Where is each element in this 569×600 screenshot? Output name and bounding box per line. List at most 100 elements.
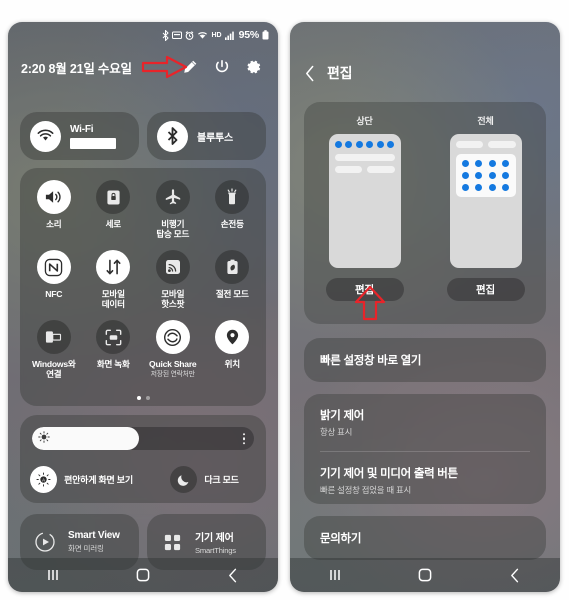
tile-rotation[interactable]: 세로 bbox=[84, 180, 144, 250]
edit-page-header: 편집 bbox=[290, 56, 560, 90]
option-sub: 항상 표시 bbox=[320, 427, 353, 437]
hd-icon: HD bbox=[211, 31, 222, 39]
bluetooth-tile-label: 블루투스 bbox=[197, 132, 233, 144]
connectivity-row: Wi-Fi 블루투스 bbox=[20, 112, 266, 160]
tile-label: 위치 bbox=[224, 359, 241, 369]
brightness-control-item[interactable]: 밝기 제어 항상 표시 bbox=[304, 394, 546, 451]
contact-us-card[interactable]: 문의하기 bbox=[304, 516, 546, 560]
preview-top-column: 상단 편집 bbox=[304, 102, 425, 324]
home-icon[interactable] bbox=[402, 562, 448, 588]
edit-full-button[interactable]: 편집 bbox=[446, 278, 525, 301]
page-indicator bbox=[20, 396, 266, 400]
tile-label: 모바일 데이터 bbox=[101, 289, 125, 310]
device-media-buttons-item[interactable]: 기기 제어 및 미디어 출력 버튼 빠른 설정창 접었을 때 표시 bbox=[304, 452, 546, 509]
home-icon[interactable] bbox=[120, 562, 166, 588]
eye-comfort-label: 편안하게 화면 보기 bbox=[64, 475, 133, 485]
tile-label: Windows와 연결 bbox=[31, 359, 76, 380]
mobile-data-icon bbox=[96, 250, 131, 284]
mock-dot bbox=[501, 160, 509, 167]
hotspot-icon bbox=[155, 250, 190, 284]
pencil-edit-icon[interactable] bbox=[182, 59, 198, 75]
tile-label: 모바일 핫스팟 bbox=[161, 289, 185, 310]
option-title: 기기 제어 및 미디어 출력 버튼 bbox=[320, 468, 458, 480]
smart-view-title: Smart View bbox=[68, 530, 120, 541]
mock-dot bbox=[488, 184, 496, 191]
mock-dot bbox=[488, 172, 496, 179]
quick-share-icon bbox=[155, 320, 190, 354]
left-phone-panel: HD 95% 2:20 8월 21일 수요일 Wi-Fi 블루투스 소리 세로 … bbox=[8, 22, 278, 592]
wifi-icon bbox=[30, 120, 61, 152]
open-quick-panel-directly-card[interactable]: 빠른 설정창 바로 열기 bbox=[304, 338, 546, 382]
back-icon[interactable] bbox=[492, 562, 538, 588]
tile-link-to-windows[interactable]: Windows와 연결 bbox=[24, 320, 84, 390]
option-title: 문의하기 bbox=[320, 533, 362, 545]
smart-view-icon bbox=[32, 529, 58, 555]
brightness-slider[interactable] bbox=[32, 427, 254, 450]
chevron-left-icon[interactable] bbox=[304, 65, 316, 82]
power-icon[interactable] bbox=[214, 59, 230, 75]
open-quick-panel-directly-item[interactable]: 빠른 설정창 바로 열기 bbox=[304, 338, 546, 381]
tile-power-saving[interactable]: 절전 모드 bbox=[203, 250, 263, 320]
bluetooth-tile[interactable]: 블루투스 bbox=[147, 112, 266, 160]
mock-dot bbox=[462, 172, 470, 179]
page-title: 편집 bbox=[327, 65, 353, 81]
page-dot[interactable] bbox=[136, 396, 141, 400]
power-saving-icon bbox=[215, 250, 250, 284]
smart-view-text: Smart View 화면 미러링 bbox=[68, 530, 120, 554]
tile-mobile-data[interactable]: 모바일 데이터 bbox=[84, 250, 144, 320]
recents-icon[interactable] bbox=[30, 562, 76, 588]
mock-dot bbox=[462, 184, 470, 191]
eye-comfort-shield-option[interactable]: A 편안하게 화면 보기 bbox=[20, 466, 143, 493]
bluetooth-tile-text: 블루투스 bbox=[197, 129, 233, 144]
settings-gear-icon[interactable] bbox=[246, 59, 262, 75]
edit-top-button[interactable]: 편집 bbox=[325, 278, 404, 301]
mock-bar-pair bbox=[334, 166, 395, 173]
volume-icon bbox=[36, 180, 71, 214]
tile-label: 절전 모드 bbox=[215, 289, 249, 299]
recents-icon[interactable] bbox=[312, 562, 358, 588]
tile-hotspot[interactable]: 모바일 핫스팟 bbox=[143, 250, 203, 320]
mock-dot bbox=[488, 160, 496, 167]
wifi-tile[interactable]: Wi-Fi bbox=[20, 112, 139, 160]
status-bar: HD 95% bbox=[8, 22, 278, 48]
screen-cast-icon bbox=[172, 31, 183, 40]
quick-settings-grid-card: 소리 세로 비행기 탑승 모드 손전등 NFC 모바일 데이터 모바일 핫스팟 … bbox=[20, 168, 266, 406]
battery-percent-label: 95% bbox=[238, 29, 260, 41]
tile-location[interactable]: 위치 bbox=[203, 320, 263, 390]
tile-quick-share[interactable]: Quick Share 저장된 연락처만 bbox=[143, 320, 203, 390]
back-icon[interactable] bbox=[210, 562, 256, 588]
tile-label: Quick Share bbox=[149, 359, 197, 369]
brightness-options-row: A 편안하게 화면 보기 다크 모드 bbox=[20, 466, 266, 493]
airplane-icon bbox=[155, 180, 190, 214]
quick-settings-grid: 소리 세로 비행기 탑승 모드 손전등 NFC 모바일 데이터 모바일 핫스팟 … bbox=[20, 168, 266, 406]
mock-bar bbox=[488, 141, 516, 148]
right-phone-panel: 편집 상단 편집 전체 편집 빠른 설정창 바로 열기 밝기 제어 항상 표시 … bbox=[290, 22, 560, 592]
more-vertical-icon[interactable] bbox=[242, 432, 245, 445]
mock-dot bbox=[462, 160, 470, 167]
quick-panel-action-icons bbox=[182, 59, 262, 75]
dark-mode-label: 다크 모드 bbox=[204, 475, 239, 485]
tile-airplane-mode[interactable]: 비행기 탑승 모드 bbox=[143, 180, 203, 250]
tile-nfc[interactable]: NFC bbox=[24, 250, 84, 320]
brightness-sun-icon bbox=[38, 430, 50, 448]
page-dot[interactable] bbox=[145, 396, 150, 400]
wifi-tile-label: Wi-Fi bbox=[70, 123, 94, 135]
navigation-bar bbox=[8, 558, 278, 592]
mock-dot bbox=[501, 184, 509, 191]
dark-mode-option[interactable]: 다크 모드 bbox=[143, 466, 266, 493]
contact-us-item[interactable]: 문의하기 bbox=[304, 516, 546, 559]
tile-sound[interactable]: 소리 bbox=[24, 180, 84, 250]
mock-dot-row bbox=[334, 141, 395, 148]
flashlight-icon bbox=[215, 180, 250, 214]
quick-panel-header: 2:20 8월 21일 수요일 bbox=[8, 50, 278, 84]
option-title: 밝기 제어 bbox=[320, 410, 365, 422]
mock-dot bbox=[387, 141, 395, 148]
tile-screen-recorder[interactable]: 화면 녹화 bbox=[84, 320, 144, 390]
tile-flashlight[interactable]: 손전등 bbox=[203, 180, 263, 250]
location-pin-icon bbox=[215, 320, 250, 354]
tile-label: 세로 bbox=[105, 219, 122, 229]
tile-label: 비행기 탑승 모드 bbox=[156, 219, 190, 240]
preview-mock-full bbox=[449, 134, 522, 268]
nfc-icon bbox=[36, 250, 71, 284]
alarm-icon bbox=[185, 30, 194, 40]
